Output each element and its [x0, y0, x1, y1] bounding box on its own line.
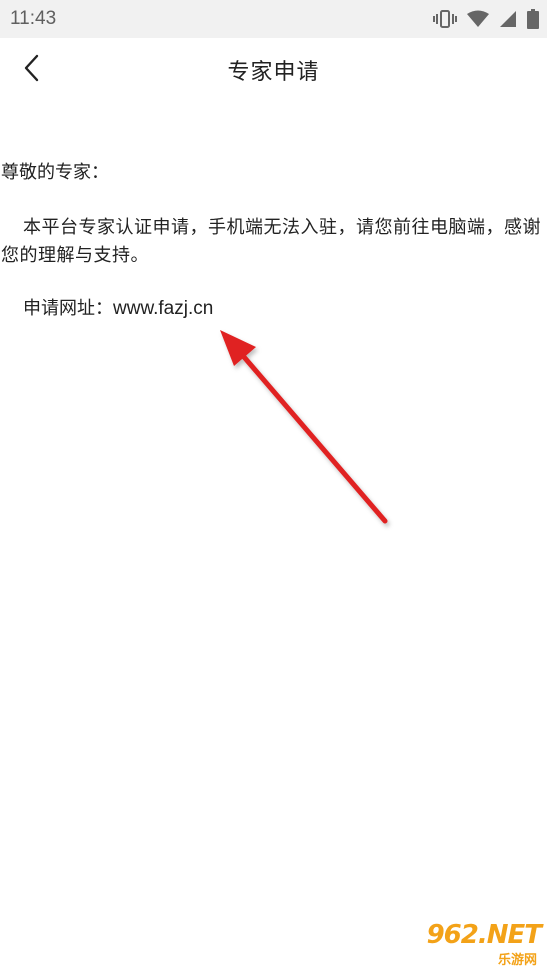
- page-title: 专家申请: [227, 60, 320, 85]
- notice-text: 本平台专家认证申请，手机端无法入驻，请您前往电脑端，感谢您的理解与支持。: [1, 217, 541, 266]
- status-icons: [433, 8, 539, 30]
- status-bar: 11:43: [0, 0, 547, 38]
- app-bar: 专家申请: [0, 38, 547, 102]
- greeting-text: 尊敬的专家：: [1, 162, 109, 183]
- battery-icon: [527, 9, 539, 29]
- vibrate-icon: [433, 9, 457, 29]
- url-line: 申请网址：www.fazj.cn: [23, 295, 213, 323]
- wifi-icon: [467, 10, 489, 28]
- url-label: 申请网址：: [23, 298, 113, 319]
- signal-icon: [499, 10, 517, 28]
- application-url-link[interactable]: www.fazj.cn: [113, 298, 213, 319]
- status-time: 11:43: [10, 8, 57, 29]
- annotation-arrow-icon: [220, 330, 388, 524]
- watermark-logo: 962.NET 乐游网: [407, 920, 542, 968]
- watermark-main: 962.NET: [426, 920, 542, 950]
- watermark-sub: 乐游网: [497, 953, 537, 968]
